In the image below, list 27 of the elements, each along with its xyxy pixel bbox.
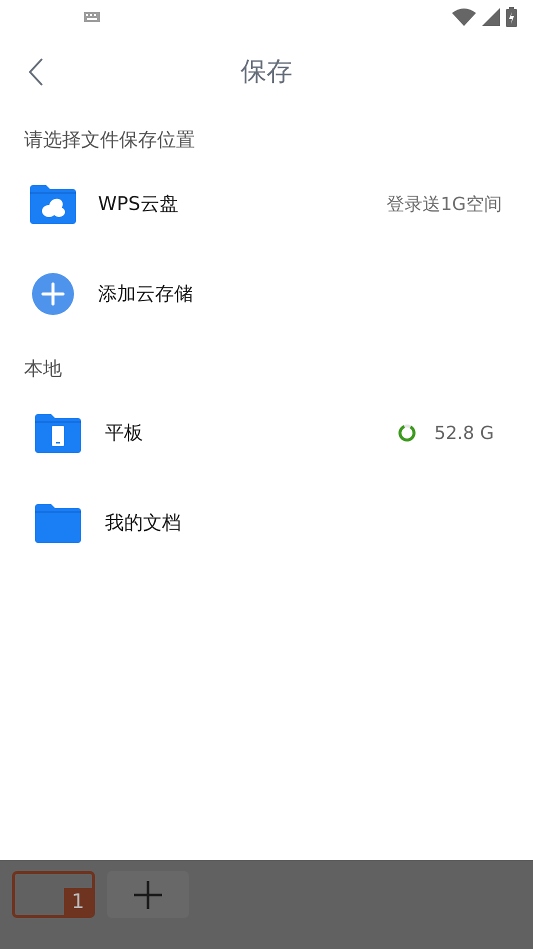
tab-count-badge: 1 <box>64 888 92 915</box>
section-heading: 本地 <box>23 357 63 382</box>
location-item[interactable]: 添加云存储 <box>0 249 533 339</box>
tablet-folder-icon <box>35 413 81 453</box>
promo-note: 登录送1G空间 <box>386 192 502 216</box>
location-name: WPS云盘 <box>98 192 178 217</box>
page-title: 保存 <box>240 56 292 88</box>
plus-icon <box>133 880 163 910</box>
tab-thumbnail[interactable]: 1 <box>12 871 95 918</box>
add-icon <box>32 273 74 315</box>
keyboard-icon <box>84 12 100 22</box>
battery-icon <box>506 7 517 27</box>
new-tab-button[interactable] <box>107 871 189 918</box>
section-heading: 请选择文件保存位置 <box>23 128 196 153</box>
back-icon <box>29 58 43 86</box>
location-name: 添加云存储 <box>98 282 193 307</box>
location-name: 平板 <box>105 420 143 446</box>
folder-icon <box>35 503 81 543</box>
location-item[interactable]: 平板 52.8 G <box>0 388 533 478</box>
wifi-icon <box>452 8 476 26</box>
storage-ring-icon <box>397 423 418 443</box>
location-item[interactable]: 我的文档 <box>0 478 533 568</box>
location-item[interactable]: WPS云盘 登录送1G空间 <box>0 159 533 249</box>
storage-reading: 52.8 G <box>434 422 494 446</box>
location-name: 我的文档 <box>105 510 181 536</box>
cloud-folder-icon <box>30 184 76 224</box>
signal-icon <box>482 8 500 26</box>
